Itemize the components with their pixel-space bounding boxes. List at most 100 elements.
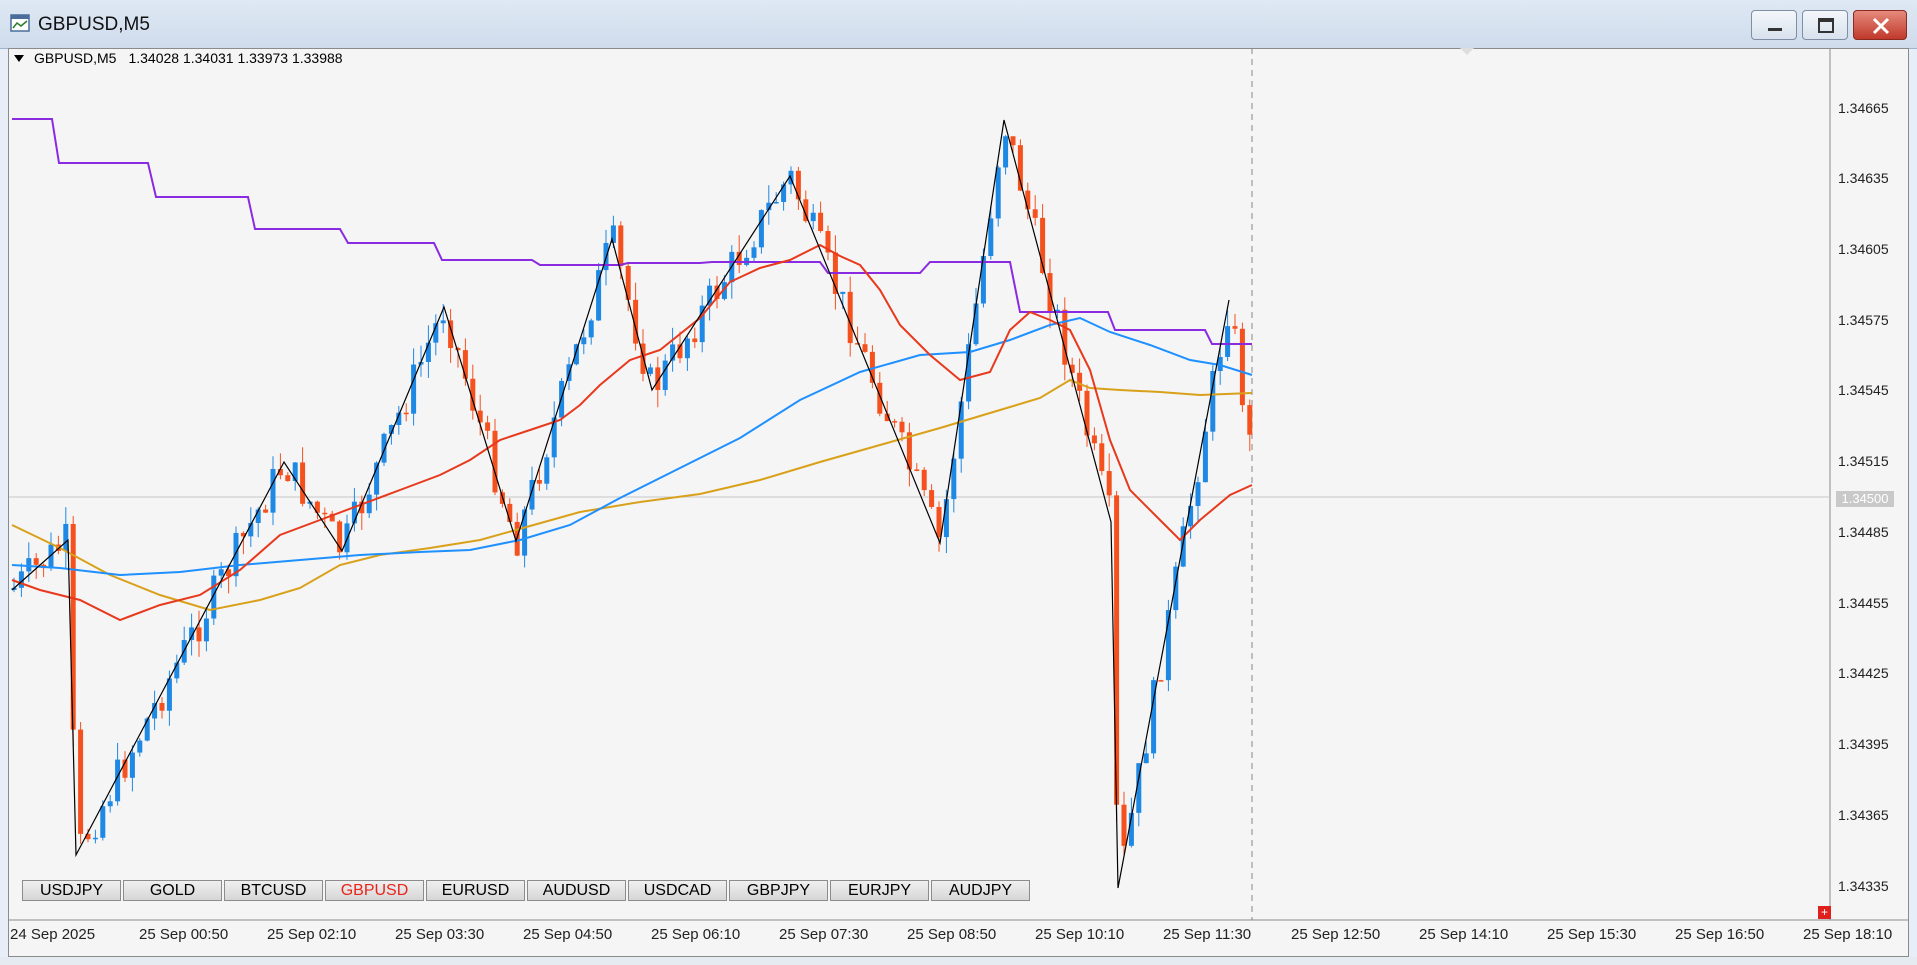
candle-body — [1202, 431, 1208, 483]
candle-body — [322, 512, 328, 515]
symbol-tab-usdcad[interactable]: USDCAD — [628, 880, 727, 901]
status-strip — [0, 957, 1917, 965]
symbol-tab-eurusd[interactable]: EURUSD — [426, 880, 525, 901]
candle-body — [980, 256, 986, 304]
candle-body — [1025, 190, 1031, 210]
time-tick-label: 25 Sep 08:50 — [907, 926, 997, 943]
price-tick-label: 1.34515 — [1838, 453, 1889, 469]
price-tick-label: 1.34365 — [1838, 807, 1889, 823]
candle-body — [781, 184, 787, 202]
time-tick-label: 25 Sep 18:10 — [1803, 926, 1893, 943]
price-tick-label: 1.34575 — [1838, 312, 1889, 328]
time-tick-label: 25 Sep 11:30 — [1163, 926, 1252, 943]
candle-body — [936, 506, 942, 538]
candle-body — [485, 422, 491, 431]
candle-body — [63, 523, 69, 551]
candle-body — [929, 490, 935, 507]
candle-body — [773, 201, 779, 204]
candle-body — [285, 475, 291, 482]
candle-body — [751, 247, 757, 258]
candle-body — [270, 468, 276, 513]
candle-body — [662, 360, 668, 390]
candle-body — [1084, 390, 1090, 436]
current-price-label: 1.34500 — [1836, 491, 1894, 507]
fast-moving-average — [11, 243, 1253, 622]
candle-body — [943, 499, 949, 538]
price-tick-label: 1.34545 — [1838, 382, 1889, 398]
candle-body — [692, 338, 698, 343]
slow-moving-average — [11, 378, 1253, 612]
time-tick-label: 25 Sep 02:10 — [267, 926, 357, 943]
time-tick-label: 25 Sep 06:10 — [651, 926, 741, 943]
candle-body — [818, 212, 824, 232]
symbol-tab-btcusd[interactable]: BTCUSD — [224, 880, 323, 901]
candle-body — [1077, 372, 1083, 391]
candle-body — [137, 740, 143, 753]
price-tick-label: 1.34665 — [1838, 100, 1889, 116]
candle-body — [1032, 209, 1038, 218]
price-tick-label: 1.34425 — [1838, 665, 1889, 681]
candle-body — [203, 618, 209, 642]
symbol-tab-gbpjpy[interactable]: GBPJPY — [729, 880, 828, 901]
price-tick-label: 1.34635 — [1838, 170, 1889, 186]
time-tick-label: 25 Sep 16:50 — [1675, 926, 1765, 943]
candle-body — [581, 337, 587, 345]
chart-info: GBPUSD,M5 1.34028 1.34031 1.33973 1.3398… — [14, 50, 343, 66]
time-tick-label: 25 Sep 10:10 — [1035, 926, 1125, 943]
price-tick-label: 1.34485 — [1838, 524, 1889, 540]
symbol-tab-gold[interactable]: GOLD — [123, 880, 222, 901]
candle-body — [899, 421, 905, 433]
candle-body — [1091, 435, 1097, 444]
candle-body — [1003, 136, 1009, 168]
candle-body — [544, 457, 550, 484]
candle-body — [218, 569, 224, 576]
candle-body — [647, 367, 653, 374]
candle-body — [588, 320, 594, 338]
candle-body — [1188, 505, 1194, 527]
symbol-tabs: USDJPY GOLD BTCUSD GBPUSD EURUSD AUDUSD USDCAD… — [22, 880, 1030, 901]
candle-body — [144, 718, 150, 741]
candle-body — [1114, 495, 1120, 805]
symbol-tab-eurjpy[interactable]: EURJPY — [830, 880, 929, 901]
symbol-tab-gbpusd[interactable]: GBPUSD — [325, 880, 424, 901]
time-tick-label: 25 Sep 00:50 — [139, 926, 229, 943]
candle-body — [196, 627, 202, 642]
time-tick-label: 25 Sep 15:30 — [1547, 926, 1637, 943]
price-tick-label: 1.34335 — [1838, 878, 1889, 894]
price-tick-label: 1.34395 — [1838, 736, 1889, 752]
candle-body — [129, 752, 135, 778]
candle-body — [263, 509, 269, 513]
candle-body — [958, 401, 964, 459]
candle-body — [366, 494, 372, 514]
candle-body — [914, 469, 920, 471]
candle-body — [921, 469, 927, 491]
symbol-tab-audjpy[interactable]: AUDJPY — [931, 880, 1030, 901]
candle-body — [100, 806, 106, 838]
add-icon[interactable]: + — [1818, 906, 1831, 919]
candle-body — [973, 303, 979, 345]
candle-body — [233, 532, 239, 577]
candle-body — [159, 702, 165, 711]
candle-body — [892, 421, 898, 423]
price-tick-label: 1.34455 — [1838, 595, 1889, 611]
candle-body — [1158, 680, 1164, 682]
candle-body — [596, 270, 602, 321]
candle-body — [403, 412, 409, 415]
candle-body — [1106, 471, 1112, 496]
candle-body — [1099, 443, 1105, 472]
candlesticks — [11, 135, 1253, 858]
candle-body — [1010, 136, 1016, 146]
candle-body — [988, 218, 994, 257]
candle-body — [1247, 405, 1253, 435]
candle-body — [995, 167, 1001, 219]
candle-body — [492, 430, 498, 493]
candle-body — [810, 212, 816, 222]
candle-body — [1225, 326, 1231, 357]
symbol-tab-usdjpy[interactable]: USDJPY — [22, 880, 121, 901]
candle-body — [618, 225, 624, 267]
price-chart[interactable] — [0, 0, 1917, 965]
candle-body — [440, 320, 446, 324]
symbol-tab-audusd[interactable]: AUDUSD — [527, 880, 626, 901]
collapse-triangle-icon[interactable] — [14, 54, 24, 62]
candle-body — [522, 509, 528, 556]
